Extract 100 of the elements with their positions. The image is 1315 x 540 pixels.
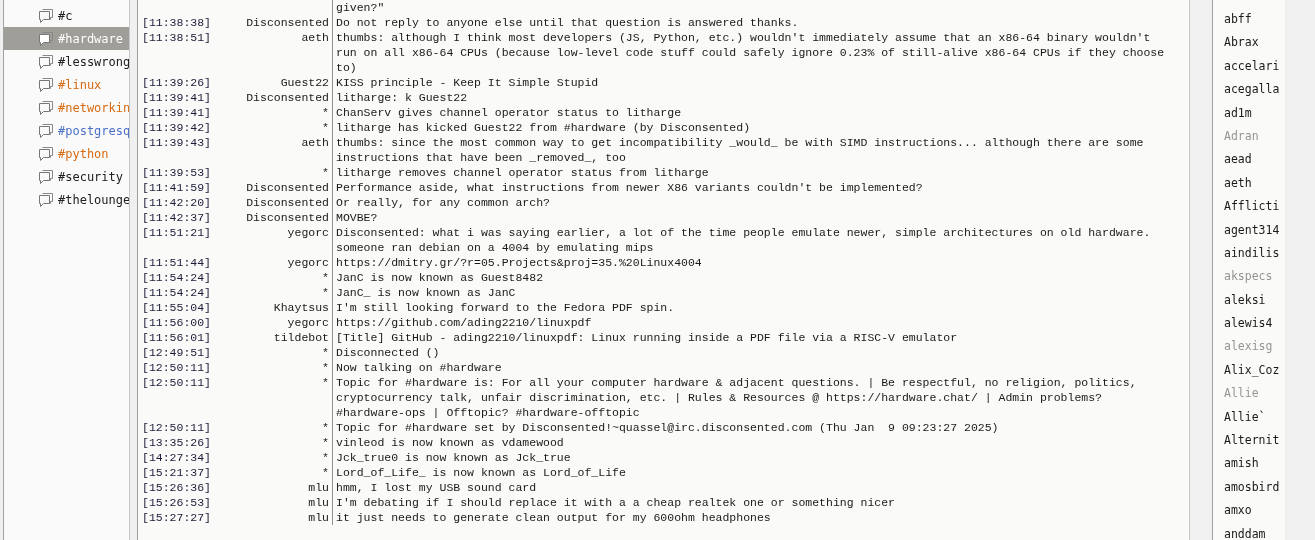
user-item[interactable]: aead xyxy=(1213,152,1285,176)
message-text: JanC is now known as Guest8482 xyxy=(336,271,544,284)
message-nick: aeth xyxy=(301,31,329,44)
user-item[interactable]: acegalla xyxy=(1213,82,1285,106)
user-item[interactable]: Alternit xyxy=(1213,433,1285,457)
message-nick: * xyxy=(322,121,329,134)
chat-bubble-icon xyxy=(38,123,54,138)
message-nick: mlu xyxy=(308,511,329,524)
channel-item[interactable]: #c xyxy=(4,4,129,27)
message-text: https://dmitry.gr/?r=05.Projects&proj=35.%20Linux4004 xyxy=(336,256,702,269)
message-text: vinleod is now known as vdamewood xyxy=(336,436,564,449)
message-time: [15:27:27] xyxy=(142,511,211,524)
user-item[interactable]: Allie` xyxy=(1213,409,1285,434)
channel-item[interactable]: #lesswrong xyxy=(4,50,129,73)
message-text: Topic for #hardware is: For all your computer hardware & adjacent questions. | Be respectful, no religion, politics, cryptocurrency talk, unfair discrimination, etc. | Rules & Resources @ https://hardware.chat/ | Admin problems? #hardware-ops | Offtopic? #hardware-offtopic xyxy=(336,376,1138,419)
message-nick: Khaytsus xyxy=(273,301,329,314)
message-nick: Disconsented xyxy=(246,211,329,224)
message-time: [12:50:11] xyxy=(142,361,211,374)
message-time: [12:49:51] xyxy=(142,346,211,359)
message-nick: Guest22 xyxy=(280,76,329,89)
message-nick: yegorc xyxy=(287,226,329,239)
channel-name: #networkin xyxy=(58,100,129,115)
message-text: it just needs to generate clean output for my 600ohm headphones xyxy=(336,511,771,524)
chat-bubble-icon xyxy=(38,31,54,46)
chat-bubble-icon xyxy=(38,54,54,69)
message-time: [11:39:41] xyxy=(142,106,211,119)
message-text: Lord_of_Life_ is now known as Lord_of_Life xyxy=(336,466,626,479)
user-item[interactable]: alewis4 xyxy=(1213,316,1285,340)
message-time: [12:50:11] xyxy=(142,421,211,434)
message-time: [11:38:38] xyxy=(142,16,211,29)
message-time: [15:21:37] xyxy=(142,466,211,479)
message-nick: yegorc xyxy=(287,316,329,329)
message-time: [15:26:36] xyxy=(142,481,211,494)
channel-name: #hardware xyxy=(58,31,124,46)
chat-bubble-icon xyxy=(38,192,54,207)
message-text: Topic for #hardware set by Disconsented!~quassel@irc.disconsented.com (Thu Jan 9 09:23:27 2025) xyxy=(336,421,999,434)
message-time: [11:51:44] xyxy=(142,256,211,269)
message-time: [11:54:24] xyxy=(142,286,211,299)
message-time: [15:26:53] xyxy=(142,496,211,509)
user-item[interactable]: abff xyxy=(1213,12,1285,36)
user-item[interactable]: Abrax xyxy=(1213,35,1285,59)
message-text: [Title] GitHub - ading2210/linuxpdf: Linux running inside a PDF file via a RISC-V emulator xyxy=(336,331,958,344)
channel-item[interactable]: #security xyxy=(4,165,129,188)
message-time: [11:39:43] xyxy=(142,136,211,149)
chat-bubble-icon xyxy=(38,169,54,184)
message-nick: * xyxy=(322,361,329,374)
channel-name: #lesswrong xyxy=(58,54,129,69)
user-item[interactable]: anddam xyxy=(1213,526,1285,540)
user-item[interactable]: aindilis xyxy=(1213,245,1285,270)
message-text: litharge removes channel operator status from litharge xyxy=(336,166,709,179)
user-item[interactable]: amxo xyxy=(1213,503,1285,527)
message-time: [13:35:26] xyxy=(142,436,211,449)
message-time: [11:42:20] xyxy=(142,196,211,209)
channel-item[interactable]: #thelounge xyxy=(4,188,129,211)
message-text: litharge has kicked Guest22 from #hardware (by Disconsented) xyxy=(336,121,751,134)
user-item[interactable]: agent314 xyxy=(1213,222,1285,246)
message-nick: * xyxy=(322,466,329,479)
message-nick: Disconsented xyxy=(246,91,329,104)
user-item[interactable]: aeth xyxy=(1213,175,1285,200)
message-time: [11:39:42] xyxy=(142,121,211,134)
message-time: [11:51:21] xyxy=(142,226,211,239)
user-item[interactable]: ad1m xyxy=(1213,105,1285,129)
message-nick: yegorc xyxy=(287,256,329,269)
message-text: Now talking on #hardware xyxy=(336,361,502,374)
user-item[interactable]: aleksi xyxy=(1213,292,1285,317)
user-item[interactable]: amosbird xyxy=(1213,479,1285,504)
message-nick: * xyxy=(322,271,329,284)
message-nick: mlu xyxy=(308,496,329,509)
channel-name: #c xyxy=(58,8,73,23)
message-text: JanC_ is now known as JanC xyxy=(336,286,516,299)
message-nick: * xyxy=(322,346,329,359)
message-text: hmm, I lost my USB sound card xyxy=(336,481,537,494)
chat-bubble-icon xyxy=(38,8,54,23)
channel-name: #linux xyxy=(58,77,102,92)
message-time: [11:38:51] xyxy=(142,31,211,44)
channel-item[interactable]: #postgresq xyxy=(4,119,129,142)
message-text: Disconnected () xyxy=(336,346,440,359)
message-time: [11:55:04] xyxy=(142,301,211,314)
user-item[interactable]: amish xyxy=(1213,456,1285,480)
chat-bubble-icon xyxy=(38,77,54,92)
message-nick: Disconsented xyxy=(246,16,329,29)
message-text: litharge: k Guest22 xyxy=(336,91,468,104)
message-time: [11:56:01] xyxy=(142,331,211,344)
channel-name: #postgresq xyxy=(58,123,129,138)
message-text: Or really, for any common arch? xyxy=(336,196,550,209)
message-nick: * xyxy=(322,106,329,119)
user-item[interactable]: Alix_Coz xyxy=(1213,362,1285,387)
message-nick: aeth xyxy=(301,136,329,149)
message-nick: * xyxy=(322,421,329,434)
message-text: given?" xyxy=(336,1,385,14)
channel-name: #security xyxy=(58,169,124,184)
message-text: I'm still looking forward to the Fedora PDF spin. xyxy=(336,301,675,314)
user-item[interactable]: accelari xyxy=(1213,58,1285,83)
message-time: [11:41:59] xyxy=(142,181,211,194)
message-nick: * xyxy=(322,376,329,389)
message-nick: Disconsented xyxy=(246,196,329,209)
message-time: [12:50:11] xyxy=(142,376,211,389)
message-nick: * xyxy=(322,286,329,299)
user-item[interactable]: Afflicti xyxy=(1213,199,1285,223)
message-text: thumbs: although I think most developers (JS, Python, etc.) wouldn't immediately assume that an x86-64 binary wouldn't run on all x86-64 CPUs (because low-level code stuff could safely ignore 0.23% of still-alive x86-64 CPUs if they choose to) xyxy=(336,31,1166,74)
